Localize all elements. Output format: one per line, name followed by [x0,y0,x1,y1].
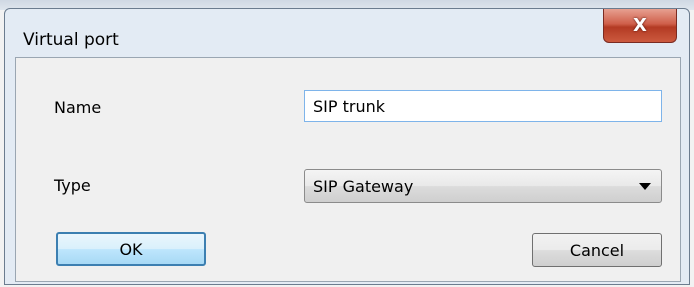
close-button[interactable]: X [603,9,677,43]
type-selected-value: SIP Gateway [313,176,414,196]
name-label: Name [54,98,102,117]
type-label: Type [54,176,91,195]
cancel-button[interactable]: Cancel [532,233,662,267]
ok-button[interactable]: OK [56,232,206,266]
virtual-port-dialog: Virtual port X Name Type SIP Gateway OK … [4,8,690,285]
type-dropdown[interactable]: SIP Gateway [304,169,662,203]
name-input[interactable] [304,90,662,122]
dialog-client-area: Name Type SIP Gateway OK Cancel [15,57,681,282]
close-icon: X [633,15,647,36]
dialog-title: Virtual port [23,30,119,50]
chevron-down-icon [639,182,651,190]
